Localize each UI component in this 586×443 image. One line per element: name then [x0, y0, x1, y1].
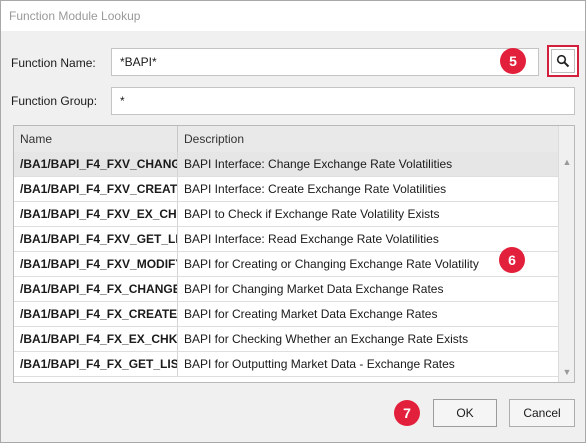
row-name-cell: /BA1/BAPI_F4_FX_CHANGE	[14, 277, 178, 301]
table-row[interactable]: /BA1/BAPI_F4_FX_CREATE BAPI for Creating…	[14, 302, 558, 327]
column-header-description[interactable]: Description	[178, 126, 558, 152]
search-icon	[556, 54, 570, 68]
chevron-up-icon[interactable]: ▲	[561, 156, 573, 168]
annotation-badge-7: 7	[394, 400, 420, 426]
row-name-cell: /BA1/BAPI_F4_FXV_CHANGE	[14, 152, 178, 176]
cancel-button[interactable]: Cancel	[509, 399, 575, 427]
table-header: Name Description	[14, 126, 558, 153]
row-name-cell: /BA1/BAPI_F4_FXV_EX_CHK	[14, 202, 178, 226]
annotation-badge-6: 6	[499, 247, 525, 273]
table-row[interactable]: /BA1/BAPI_F4_FX_EX_CHK BAPI for Checking…	[14, 327, 558, 352]
row-name-cell: /BA1/BAPI_F4_FXV_MODIFY	[14, 252, 178, 276]
row-name-cell: /BA1/BAPI_F4_FX_CREATE	[14, 302, 178, 326]
row-description-cell: BAPI Interface: Change Exchange Rate Vol…	[184, 157, 453, 171]
row-name-cell: /BA1/BAPI_F4_FX_EX_CHK	[14, 327, 178, 351]
search-button[interactable]	[547, 45, 579, 77]
table-row[interactable]: /BA1/BAPI_F4_FXV_CREATE BAPI Interface: …	[14, 177, 558, 202]
annotation-badge-5: 5	[500, 48, 526, 74]
row-description-cell: BAPI to Check if Exchange Rate Volatilit…	[184, 207, 440, 221]
row-description-cell: BAPI for Changing Market Data Exchange R…	[184, 282, 444, 296]
function-name-input[interactable]: *BAPI*	[111, 48, 539, 76]
table-row[interactable]: /BA1/BAPI_F4_FXV_MODIFY BAPI for Creatin…	[14, 252, 558, 277]
row-description-cell: BAPI for Outputting Market Data - Exchan…	[184, 357, 455, 371]
row-name-cell: /BA1/BAPI_F4_FX_GET_LIST	[14, 352, 178, 376]
ok-button[interactable]: OK	[433, 399, 497, 427]
row-description-cell: BAPI Interface: Read Exchange Rate Volat…	[184, 232, 439, 246]
column-header-name[interactable]: Name	[14, 126, 178, 152]
row-description-cell: BAPI for Checking Whether an Exchange Ra…	[184, 332, 469, 346]
function-group-label: Function Group:	[11, 94, 98, 108]
table-row[interactable]: /BA1/BAPI_F4_FXV_CHANGE BAPI Interface: …	[14, 152, 558, 177]
title-bar: Function Module Lookup	[1, 1, 585, 31]
function-name-label: Function Name:	[11, 56, 96, 70]
vertical-scrollbar[interactable]: ▲ ▼	[558, 126, 574, 382]
table-row[interactable]: /BA1/BAPI_F4_FXV_GET_LIST BAPI Interface…	[14, 227, 558, 252]
row-description-cell: BAPI Interface: Create Exchange Rate Vol…	[184, 182, 447, 196]
table-row[interactable]: /BA1/BAPI_F4_FX_GET_LIST BAPI for Output…	[14, 352, 558, 377]
table-row[interactable]: /BA1/BAPI_F4_FX_CHANGE BAPI for Changing…	[14, 277, 558, 302]
search-button-frame	[551, 49, 575, 73]
table-row[interactable]: /BA1/BAPI_F4_FXV_EX_CHK BAPI to Check if…	[14, 202, 558, 227]
function-group-input[interactable]: *	[111, 87, 575, 115]
window-title: Function Module Lookup	[9, 9, 141, 23]
chevron-down-icon[interactable]: ▼	[561, 366, 573, 378]
row-description-cell: BAPI for Creating Market Data Exchange R…	[184, 307, 438, 321]
function-module-lookup-dialog: Function Module Lookup Function Name: *B…	[0, 0, 586, 443]
results-table: Name Description /BA1/BAPI_F4_FXV_CHANGE…	[13, 125, 575, 383]
row-name-cell: /BA1/BAPI_F4_FXV_GET_LIST	[14, 227, 178, 251]
row-name-cell: /BA1/BAPI_F4_FXV_CREATE	[14, 177, 178, 201]
